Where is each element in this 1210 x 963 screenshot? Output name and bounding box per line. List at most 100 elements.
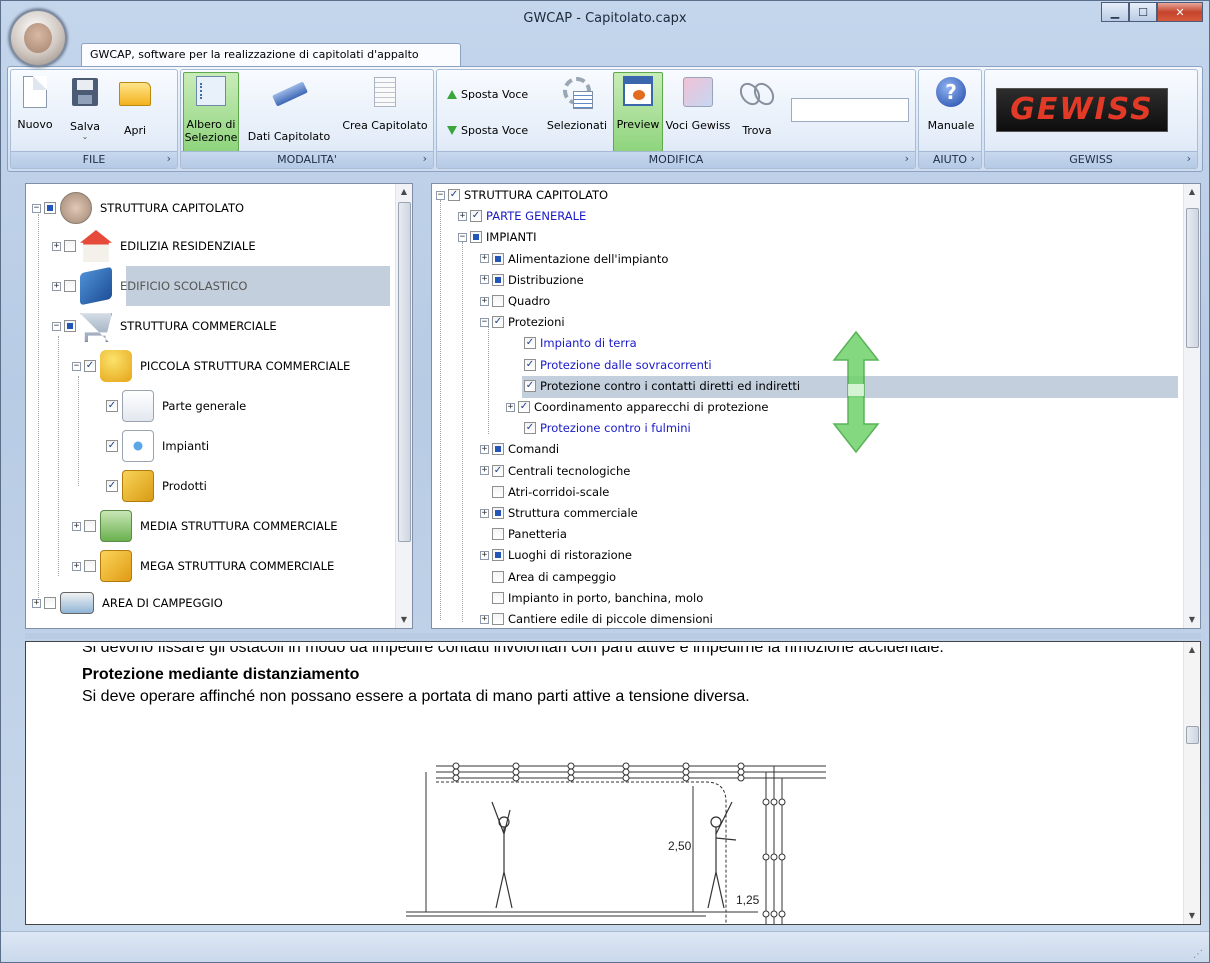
tree-node[interactable]: + Alimentazione dell'impianto: [480, 252, 668, 266]
preview-panel[interactable]: Si devono fissare gli ostacoli in modo d…: [25, 641, 1201, 925]
checkbox[interactable]: [492, 252, 504, 265]
salva-button[interactable]: Salva ⌄: [67, 74, 103, 141]
tree-node[interactable]: ✓ Protezione contro i contatti diretti ed…: [512, 379, 800, 393]
dialog-launcher-icon[interactable]: ›: [423, 151, 427, 167]
right-tree-panel[interactable]: − ✓ STRUTTURA CAPITOLATO + ✓ PARTE GENERALE − I…: [431, 183, 1201, 629]
checkbox[interactable]: ✓: [524, 358, 536, 371]
tree-node[interactable]: + Comandi: [480, 442, 559, 456]
tree-node[interactable]: + ✓ PARTE GENERALE: [458, 209, 586, 223]
checkbox[interactable]: [64, 280, 76, 292]
checkbox[interactable]: ✓: [106, 400, 118, 412]
preview-button[interactable]: Preview: [613, 72, 663, 152]
tree-node[interactable]: + ✓ Coordinamento apparecchi di protezione: [506, 400, 768, 414]
checkbox[interactable]: [84, 520, 96, 532]
tree-node[interactable]: ✓ Prodotti: [106, 470, 207, 502]
checkbox[interactable]: [492, 528, 504, 541]
tree-node[interactable]: − STRUTTURA CAPITOLATO: [32, 192, 244, 224]
checkbox[interactable]: [492, 273, 504, 286]
expand-toggle-icon[interactable]: +: [480, 614, 489, 624]
resize-grip-icon[interactable]: ⋰: [1193, 949, 1203, 960]
expand-toggle-icon[interactable]: +: [506, 402, 515, 412]
checkbox[interactable]: [492, 507, 504, 519]
tree-node[interactable]: + MEGA STRUTTURA COMMERCIALE: [72, 550, 334, 582]
sposta-voce-su-button[interactable]: Sposta Voce: [447, 88, 528, 101]
expand-toggle-icon[interactable]: +: [480, 508, 489, 518]
minimize-button[interactable]: ▁: [1101, 2, 1129, 22]
checkbox[interactable]: ✓: [470, 210, 482, 223]
tree-node[interactable]: + AREA DI CAMPEGGIO: [32, 592, 223, 614]
apri-button[interactable]: Apri: [117, 74, 153, 137]
checkbox[interactable]: ✓: [524, 337, 536, 350]
checkbox[interactable]: ✓: [448, 189, 460, 201]
checkbox[interactable]: ✓: [84, 360, 96, 372]
tree-node[interactable]: ✓ Protezione dalle sovracorrenti: [512, 358, 712, 372]
expand-toggle-icon[interactable]: +: [480, 275, 489, 285]
collapse-toggle-icon[interactable]: −: [52, 321, 61, 331]
tree-node[interactable]: Atri-corridoi-scale: [480, 485, 609, 499]
preview-scrollbar[interactable]: ▲ ▼: [1183, 642, 1200, 924]
tree-node[interactable]: ✓ Impianti: [106, 430, 209, 462]
tree-node[interactable]: + EDILIZIA RESIDENZIALE: [52, 230, 256, 262]
resize-arrows-icon[interactable]: [830, 330, 882, 454]
horizontal-splitter[interactable]: [25, 633, 1201, 639]
tree-node[interactable]: ✓ Protezione contro i fulmini: [512, 421, 691, 435]
tree-node[interactable]: − IMPIANTI: [458, 230, 537, 244]
checkbox[interactable]: [44, 597, 56, 609]
checkbox[interactable]: [492, 613, 504, 625]
right-tree-scrollbar[interactable]: ▲ ▼: [1183, 184, 1200, 628]
collapse-toggle-icon[interactable]: −: [32, 203, 41, 213]
dialog-launcher-icon[interactable]: ›: [905, 151, 909, 167]
albero-di-selezione-button[interactable]: Albero di Selezione: [183, 72, 239, 152]
left-tree-panel[interactable]: − STRUTTURA CAPITOLATO + EDILIZIA RESIDE…: [25, 183, 413, 629]
checkbox[interactable]: ✓: [492, 464, 504, 477]
scroll-thumb[interactable]: [1186, 726, 1199, 744]
scroll-down-icon[interactable]: ▼: [1184, 908, 1200, 924]
tree-node[interactable]: + Struttura commerciale: [480, 506, 638, 520]
dati-capitolato-button[interactable]: Dati Capitolato: [243, 74, 335, 143]
expand-toggle-icon[interactable]: +: [480, 466, 489, 476]
expand-toggle-icon[interactable]: +: [480, 444, 489, 454]
nuovo-button[interactable]: Nuovo: [17, 74, 53, 131]
sposta-voce-giu-button[interactable]: Sposta Voce: [447, 124, 528, 137]
expand-toggle-icon[interactable]: +: [480, 296, 489, 306]
dialog-launcher-icon[interactable]: ›: [167, 151, 171, 167]
expand-toggle-icon[interactable]: +: [480, 550, 489, 560]
expand-toggle-icon[interactable]: +: [52, 281, 61, 291]
tree-node[interactable]: − ✓ Protezioni: [480, 315, 565, 329]
scroll-down-icon[interactable]: ▼: [1184, 612, 1200, 628]
tree-node[interactable]: + Cantiere edile di piccole dimensioni: [480, 612, 713, 626]
expand-toggle-icon[interactable]: +: [72, 521, 81, 531]
ribbon-tab-main[interactable]: GWCAP, software per la realizzazione di …: [81, 43, 461, 67]
checkbox[interactable]: [470, 231, 482, 244]
scroll-up-icon[interactable]: ▲: [1184, 184, 1200, 200]
checkbox[interactable]: [492, 549, 504, 562]
checkbox[interactable]: [44, 202, 56, 214]
tree-node[interactable]: + Distribuzione: [480, 273, 584, 287]
find-input[interactable]: [791, 98, 909, 122]
left-tree-scrollbar[interactable]: ▲ ▼: [395, 184, 412, 628]
checkbox[interactable]: ✓: [492, 316, 504, 329]
tree-node[interactable]: Area di campeggio: [480, 570, 616, 584]
checkbox[interactable]: [492, 591, 504, 604]
crea-capitolato-button[interactable]: Crea Capitolato: [339, 74, 431, 132]
checkbox[interactable]: [492, 443, 504, 456]
collapse-toggle-icon[interactable]: −: [480, 317, 489, 327]
tree-node[interactable]: ✓ Impianto di terra: [512, 336, 637, 350]
expand-toggle-icon[interactable]: +: [480, 254, 489, 264]
expand-toggle-icon[interactable]: +: [72, 561, 81, 571]
collapse-toggle-icon[interactable]: −: [72, 361, 81, 371]
tree-node[interactable]: − ✓ STRUTTURA CAPITOLATO: [436, 188, 608, 202]
scroll-up-icon[interactable]: ▲: [396, 184, 412, 200]
tree-node[interactable]: ✓ Parte generale: [106, 390, 246, 422]
checkbox[interactable]: [492, 295, 504, 307]
scroll-thumb[interactable]: [398, 202, 411, 542]
maximize-button[interactable]: ☐: [1129, 2, 1157, 22]
voci-gewiss-button[interactable]: Voci Gewiss: [665, 74, 731, 132]
selezionati-button[interactable]: Selezionati: [545, 74, 609, 132]
checkbox[interactable]: [492, 570, 504, 583]
scroll-up-icon[interactable]: ▲: [1184, 642, 1200, 658]
tree-node[interactable]: + MEDIA STRUTTURA COMMERCIALE: [72, 510, 338, 542]
tree-node[interactable]: − ✓ PICCOLA STRUTTURA COMMERCIALE: [72, 350, 350, 382]
tree-node[interactable]: − STRUTTURA COMMERCIALE: [52, 310, 277, 342]
tree-node[interactable]: + EDIFICIO SCOLASTICO: [52, 266, 247, 306]
